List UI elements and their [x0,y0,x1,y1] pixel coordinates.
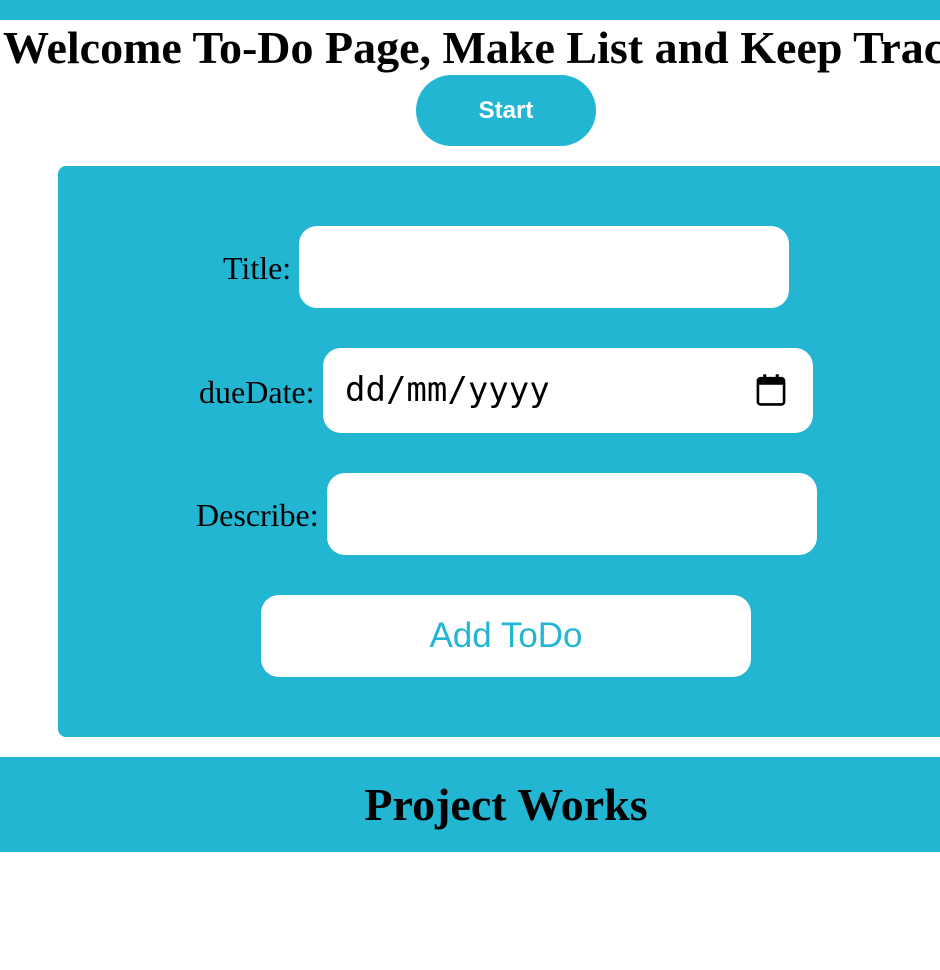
describe-label: Describe: [196,497,319,533]
due-date-label: dueDate: [199,374,315,410]
title-label: Title: [223,250,292,286]
todo-form-panel: Title: dueDate: dd/mm/yyyy Describe: Add… [58,166,940,737]
add-todo-button[interactable]: Add ToDo [261,595,751,677]
footer-heading: Project Works [364,779,648,830]
welcome-heading: Welcome To-Do Page, Make List and Keep T… [3,22,940,73]
footer-bar: Project Works [0,757,940,852]
due-date-input[interactable]: dd/mm/yyyy [323,348,813,433]
start-button[interactable]: Start [416,75,596,146]
calendar-icon[interactable] [755,373,787,407]
describe-input[interactable] [327,473,817,555]
due-date-placeholder: dd/mm/yyyy [345,370,550,410]
top-bar [0,0,940,20]
title-input[interactable] [299,226,789,308]
